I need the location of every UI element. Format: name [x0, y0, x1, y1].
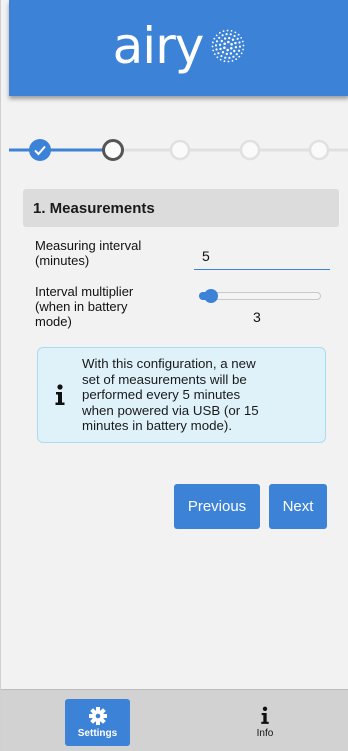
multiplier-label-line: Interval multiplier: [35, 284, 134, 299]
previous-button[interactable]: Previous: [174, 484, 260, 529]
interval-input[interactable]: [194, 238, 330, 269]
info-line: With this configuration, a new: [82, 356, 256, 371]
nav-settings[interactable]: Settings: [65, 699, 130, 746]
sunburst-icon: [211, 29, 245, 63]
step-1-completed[interactable]: [29, 139, 51, 161]
app-container: airy 1. Measurements Measuring interval …: [0, 0, 348, 751]
multiplier-label-line: (when in battery: [35, 299, 128, 314]
info-line: set of measurements will be: [82, 371, 247, 387]
multiplier-label: Interval multiplier (when in battery mod…: [35, 284, 133, 329]
interval-label: Measuring interval (minutes): [35, 238, 141, 268]
app-logo: airy: [113, 21, 246, 71]
nav-settings-label: Settings: [77, 727, 118, 739]
slider-thumb[interactable]: [204, 289, 219, 303]
info-callout: With this configuration, a new set of me…: [37, 347, 326, 443]
info-line: performed every 5 minutes: [82, 387, 241, 402]
multiplier-label-line: mode): [35, 314, 72, 329]
section-title: 1. Measurements: [23, 189, 339, 227]
interval-label-line: Measuring interval: [35, 238, 142, 253]
nav-info[interactable]: Info: [243, 699, 287, 746]
nav-info-label: Info: [256, 728, 274, 739]
multiplier-slider[interactable]: [199, 289, 321, 303]
step-2-current[interactable]: [102, 139, 124, 161]
bottom-nav: Settings Info: [1, 689, 348, 751]
interval-label-line: (minutes): [35, 253, 90, 268]
app-header: airy: [9, 0, 348, 96]
logo-text: airy: [112, 17, 205, 75]
next-button[interactable]: Next: [269, 484, 327, 529]
progress-stepper: [9, 128, 348, 172]
step-3-pending[interactable]: [169, 139, 191, 161]
step-4-pending[interactable]: [239, 139, 261, 161]
info-message: With this configuration, a new set of me…: [82, 356, 312, 434]
info-icon: [261, 706, 269, 724]
gear-icon: [88, 706, 107, 725]
info-line: minutes in battery mode).: [82, 418, 233, 433]
info-icon: [55, 384, 65, 405]
interval-field[interactable]: [194, 238, 330, 270]
multiplier-value: 3: [253, 309, 261, 325]
info-line: when powered via USB (or 15: [82, 402, 259, 418]
step-5-pending[interactable]: [308, 139, 330, 161]
